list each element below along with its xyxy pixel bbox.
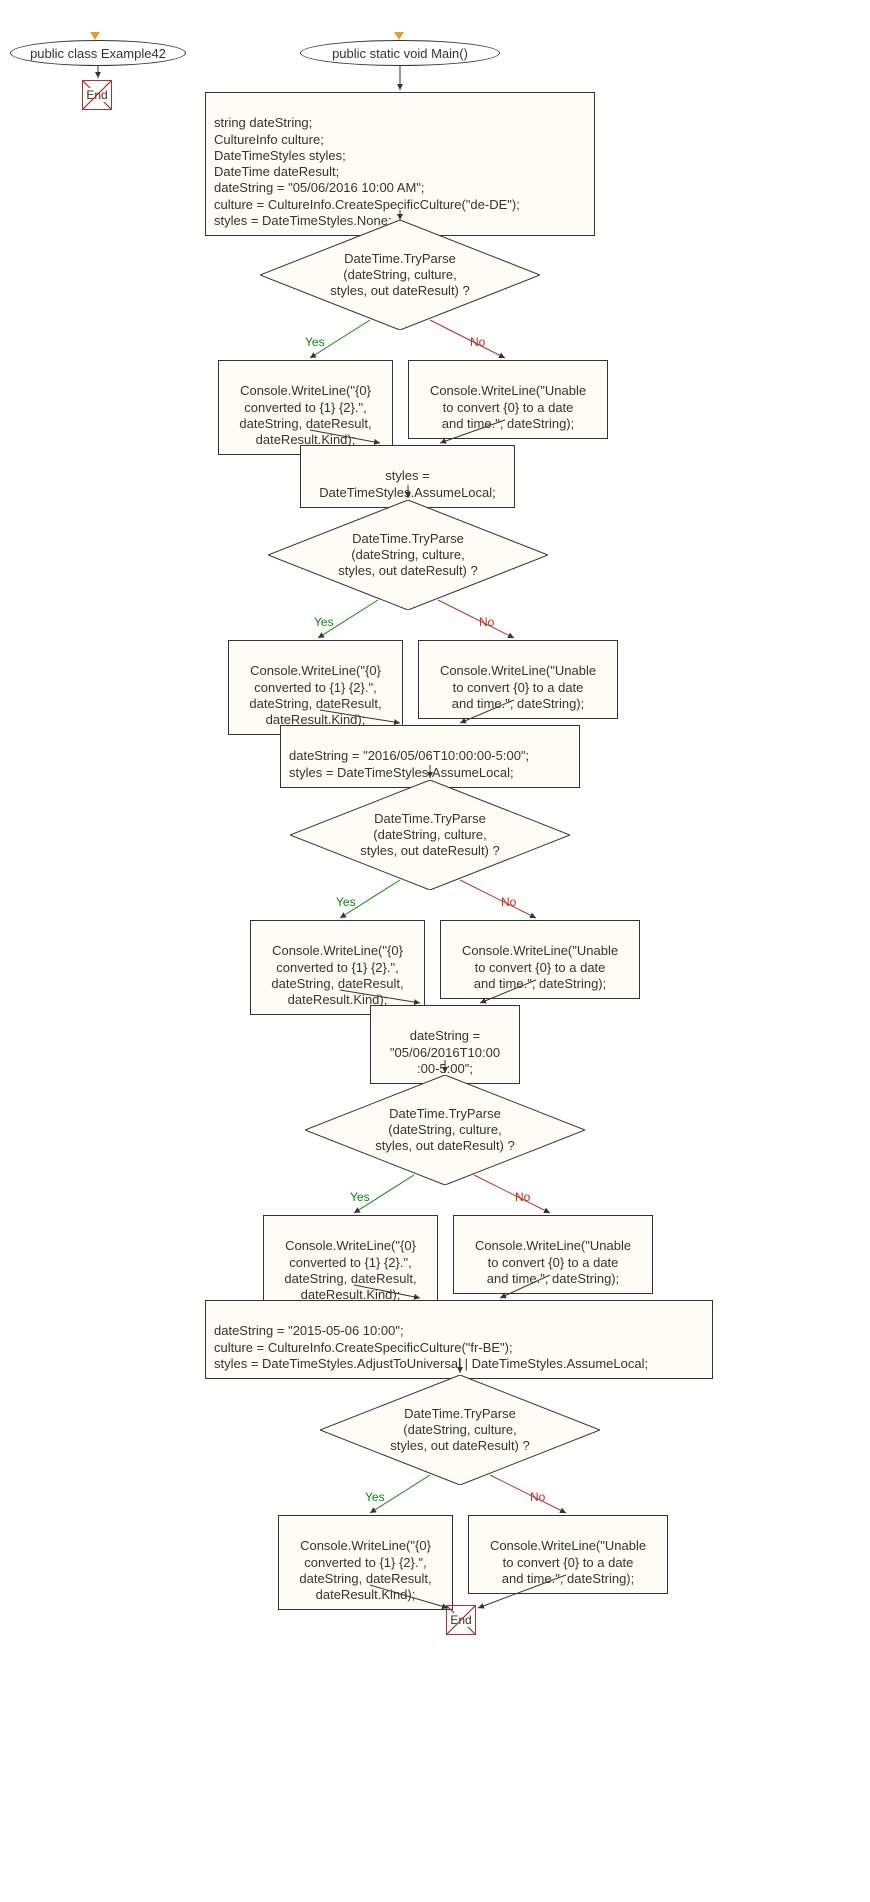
process-text: Console.WriteLine("Unable to convert {0}… bbox=[475, 1238, 631, 1286]
process-yes-3: Console.WriteLine("{0} converted to {1} … bbox=[250, 920, 425, 1015]
process-init: string dateString; CultureInfo culture; … bbox=[205, 92, 595, 236]
process-text: Console.WriteLine("Unable to convert {0}… bbox=[490, 1538, 646, 1586]
decision-tryparse-1: DateTime.TryParse (dateString, culture, … bbox=[260, 220, 540, 330]
edge-label-yes: Yes bbox=[314, 615, 334, 629]
process-text: Console.WriteLine("{0} converted to {1} … bbox=[249, 663, 381, 727]
entry-arrow-icon bbox=[90, 32, 100, 40]
edge-label-yes: Yes bbox=[305, 335, 325, 349]
process-text: Console.WriteLine("{0} converted to {1} … bbox=[239, 383, 371, 447]
process-frbe: dateString = "2015-05-06 10:00"; culture… bbox=[205, 1300, 713, 1379]
terminal-end-main: End bbox=[446, 1605, 476, 1635]
edge-label-yes: Yes bbox=[365, 1490, 385, 1504]
process-yes-5: Console.WriteLine("{0} converted to {1} … bbox=[278, 1515, 453, 1610]
decision-tryparse-3: DateTime.TryParse (dateString, culture, … bbox=[290, 780, 570, 890]
process-text: string dateString; CultureInfo culture; … bbox=[214, 115, 520, 228]
edge-label-no: No bbox=[515, 1190, 530, 1204]
process-text: Console.WriteLine("Unable to convert {0}… bbox=[430, 383, 586, 431]
process-yes-4: Console.WriteLine("{0} converted to {1} … bbox=[263, 1215, 438, 1310]
terminal-label: public static void Main() bbox=[332, 46, 468, 61]
decision-tryparse-5: DateTime.TryParse (dateString, culture, … bbox=[320, 1375, 600, 1485]
decision-text: DateTime.TryParse (dateString, culture, … bbox=[305, 1075, 585, 1185]
decision-text: DateTime.TryParse (dateString, culture, … bbox=[268, 500, 548, 610]
decision-text: DateTime.TryParse (dateString, culture, … bbox=[260, 220, 540, 330]
process-text: dateString = "2015-05-06 10:00"; culture… bbox=[214, 1323, 648, 1371]
process-no-3: Console.WriteLine("Unable to convert {0}… bbox=[440, 920, 640, 999]
terminal-class: public class Example42 bbox=[10, 40, 186, 66]
process-styles-local: styles = DateTimeStyles.AssumeLocal; bbox=[300, 445, 515, 508]
process-text: dateString = "2016/05/06T10:00:00-5:00";… bbox=[289, 748, 529, 779]
terminal-main: public static void Main() bbox=[300, 40, 500, 66]
edge-label-no: No bbox=[470, 335, 485, 349]
process-text: styles = DateTimeStyles.AssumeLocal; bbox=[319, 468, 496, 499]
process-yes-1: Console.WriteLine("{0} converted to {1} … bbox=[218, 360, 393, 455]
entry-arrow-icon bbox=[394, 32, 404, 40]
process-text: Console.WriteLine("{0} converted to {1} … bbox=[284, 1238, 416, 1302]
process-text: dateString = "05/06/2016T10:00 :00-5:00"… bbox=[390, 1028, 500, 1076]
edge-label-yes: Yes bbox=[336, 895, 356, 909]
end-label: End bbox=[448, 1613, 473, 1627]
process-text: Console.WriteLine("{0} converted to {1} … bbox=[299, 1538, 431, 1602]
process-text: Console.WriteLine("{0} converted to {1} … bbox=[271, 943, 403, 1007]
process-no-5: Console.WriteLine("Unable to convert {0}… bbox=[468, 1515, 668, 1594]
process-datestring-2: dateString = "2016/05/06T10:00:00-5:00";… bbox=[280, 725, 580, 788]
process-text: Console.WriteLine("Unable to convert {0}… bbox=[440, 663, 596, 711]
process-no-4: Console.WriteLine("Unable to convert {0}… bbox=[453, 1215, 653, 1294]
terminal-end: End bbox=[82, 80, 112, 110]
process-text: Console.WriteLine("Unable to convert {0}… bbox=[462, 943, 618, 991]
decision-tryparse-4: DateTime.TryParse (dateString, culture, … bbox=[305, 1075, 585, 1185]
edge-label-no: No bbox=[501, 895, 516, 909]
edge-label-yes: Yes bbox=[350, 1190, 370, 1204]
process-yes-2: Console.WriteLine("{0} converted to {1} … bbox=[228, 640, 403, 735]
edge-label-no: No bbox=[479, 615, 494, 629]
decision-text: DateTime.TryParse (dateString, culture, … bbox=[320, 1375, 600, 1485]
decision-text: DateTime.TryParse (dateString, culture, … bbox=[290, 780, 570, 890]
end-label: End bbox=[84, 88, 109, 102]
process-no-1: Console.WriteLine("Unable to convert {0}… bbox=[408, 360, 608, 439]
terminal-label: public class Example42 bbox=[30, 46, 166, 61]
process-no-2: Console.WriteLine("Unable to convert {0}… bbox=[418, 640, 618, 719]
decision-tryparse-2: DateTime.TryParse (dateString, culture, … bbox=[268, 500, 548, 610]
process-datestring-3: dateString = "05/06/2016T10:00 :00-5:00"… bbox=[370, 1005, 520, 1084]
edge-label-no: No bbox=[530, 1490, 545, 1504]
